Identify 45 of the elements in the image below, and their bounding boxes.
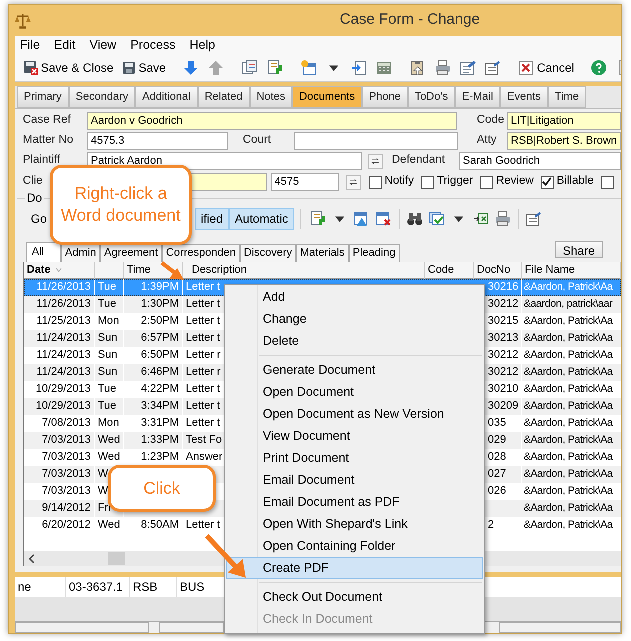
table-cell-text: Test Fo [185,433,223,448]
table-cell-text: &Aardon, Patrick\Aa [523,416,614,431]
table-cell-text: Letter t [185,399,222,414]
field-label: Defendant [392,153,446,168]
field-label: Court [243,133,272,148]
field-label: Atty [477,133,498,148]
table-cell-text: Letter t [185,331,222,346]
table-cell-text: &Aardon, Patrick\Aa [523,398,614,414]
group-label: Do [26,190,44,207]
table-cell-text: &Aardon, Patrick\Aa [523,466,614,482]
table-cell: 6/20/2012 [24,517,95,534]
table-cell-text: Letter t [185,297,222,312]
table-cell-text: &Aardon, Patrick\Aa [523,518,614,533]
table-cell-text: &Aardon, Patrick\Aa [523,348,614,363]
table-cell-text: &Aardon, Patrick\Aa [523,280,614,295]
table-cell-text: &Aardon, Patrick\Aa [523,364,614,380]
table-cell-text: Answer [185,450,223,466]
field-label: Code [477,113,506,128]
table-cell-text: &Aardon, Patrick\Aa [523,432,614,448]
table-cell-text: Letter t [185,382,222,398]
checkbox-label: Notify [384,174,414,190]
checkbox-label: Billable [556,174,594,190]
field-label: Matter No [23,133,74,148]
table-cell-text: &Aardon, Patrick\Aa [523,330,614,346]
table-cell-text: Letter r [185,348,222,364]
table-cell: Wed [95,517,124,534]
table-cell-text: Letter r [185,365,222,380]
table-cell-text: &aardon, patrick\aar [523,296,614,312]
table-cell-text: Letter t [185,314,222,330]
field-label: Case Ref [23,113,72,128]
checkbox-label: Review [496,174,534,190]
window-title: Case Form - Change [340,10,480,30]
table-cell-text: Letter t [185,416,222,432]
table-cell-text: &Aardon, Patrick\Aa [523,382,614,397]
table-cell-text: &Aardon, Patrick\Aa [523,450,614,465]
checkbox-label: Trigger [437,174,474,190]
table-cell: 8:50AM [124,517,183,534]
table-cell-text: Letter t [185,518,222,534]
table-cell-text: &Aardon, Patrick\Aa [523,484,614,499]
field-label: Clie [23,174,44,190]
table-cell-text: Letter t [185,280,222,296]
table-cell-text: &Aardon, Patrick\Aa [523,314,614,329]
table-cell-text: &Aardon, Patrick\Aa [523,500,614,516]
instruction-tooltip: Right-click a Word document [50,165,192,245]
table-cell: 2 [487,517,522,534]
